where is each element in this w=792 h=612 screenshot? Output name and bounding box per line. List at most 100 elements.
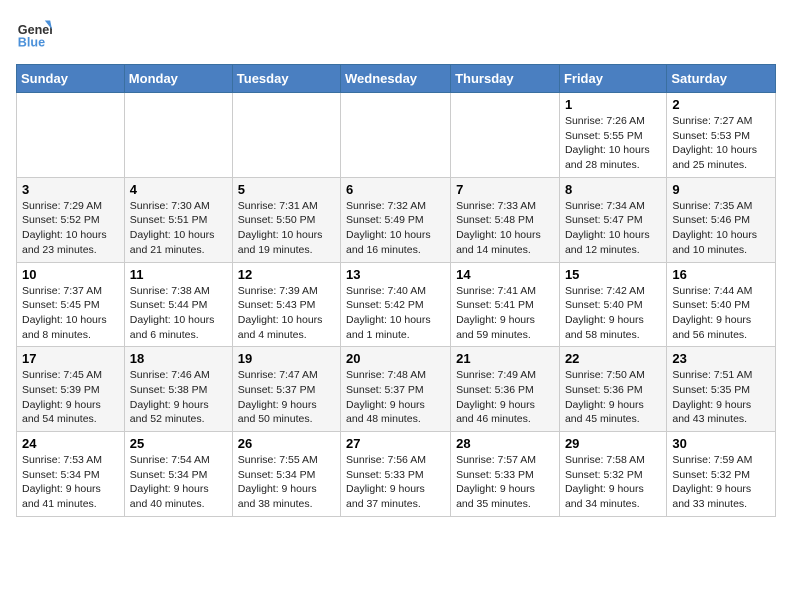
- day-info: Sunrise: 7:51 AM Sunset: 5:35 PM Dayligh…: [672, 368, 770, 427]
- day-number: 15: [565, 267, 661, 282]
- day-number: 8: [565, 182, 661, 197]
- day-info: Sunrise: 7:39 AM Sunset: 5:43 PM Dayligh…: [238, 284, 335, 343]
- day-info: Sunrise: 7:29 AM Sunset: 5:52 PM Dayligh…: [22, 199, 119, 258]
- day-info: Sunrise: 7:42 AM Sunset: 5:40 PM Dayligh…: [565, 284, 661, 343]
- day-number: 12: [238, 267, 335, 282]
- day-cell: 30 Sunrise: 7:59 AM Sunset: 5:32 PM Dayli…: [667, 432, 776, 517]
- day-number: 22: [565, 351, 661, 366]
- day-cell: 1Sunrise: 7:26 AM Sunset: 5:55 PM Daylig…: [559, 93, 666, 178]
- header-thursday: Thursday: [451, 65, 560, 93]
- week-row-0: 1Sunrise: 7:26 AM Sunset: 5:55 PM Daylig…: [17, 93, 776, 178]
- day-cell: 4Sunrise: 7:30 AM Sunset: 5:51 PM Daylig…: [124, 177, 232, 262]
- day-info: Sunrise: 7:37 AM Sunset: 5:45 PM Dayligh…: [22, 284, 119, 343]
- day-info: Sunrise: 7:55 AM Sunset: 5:34 PM Dayligh…: [238, 453, 335, 512]
- header-saturday: Saturday: [667, 65, 776, 93]
- day-cell: 16 Sunrise: 7:44 AM Sunset: 5:40 PM Dayli…: [667, 262, 776, 347]
- header-sunday: Sunday: [17, 65, 125, 93]
- day-number: 17: [22, 351, 119, 366]
- svg-text:Blue: Blue: [18, 36, 45, 50]
- day-info: Sunrise: 7:44 AM Sunset: 5:40 PM Dayligh…: [672, 284, 770, 343]
- day-number: 26: [238, 436, 335, 451]
- day-number: 28: [456, 436, 554, 451]
- day-cell: 10 Sunrise: 7:37 AM Sunset: 5:45 PM Dayli…: [17, 262, 125, 347]
- day-cell: 13 Sunrise: 7:40 AM Sunset: 5:42 PM Dayli…: [341, 262, 451, 347]
- day-info: Sunrise: 7:56 AM Sunset: 5:33 PM Dayligh…: [346, 453, 445, 512]
- day-cell: [451, 93, 560, 178]
- day-number: 23: [672, 351, 770, 366]
- day-info: Sunrise: 7:31 AM Sunset: 5:50 PM Dayligh…: [238, 199, 335, 258]
- day-cell: 2 Sunrise: 7:27 AM Sunset: 5:53 PM Daylig…: [667, 93, 776, 178]
- week-row-4: 24 Sunrise: 7:53 AM Sunset: 5:34 PM Dayli…: [17, 432, 776, 517]
- day-info: Sunrise: 7:45 AM Sunset: 5:39 PM Dayligh…: [22, 368, 119, 427]
- day-cell: 18Sunrise: 7:46 AM Sunset: 5:38 PM Dayli…: [124, 347, 232, 432]
- header-wednesday: Wednesday: [341, 65, 451, 93]
- day-info: Sunrise: 7:47 AM Sunset: 5:37 PM Dayligh…: [238, 368, 335, 427]
- day-cell: 5 Sunrise: 7:31 AM Sunset: 5:50 PM Daylig…: [232, 177, 340, 262]
- day-info: Sunrise: 7:27 AM Sunset: 5:53 PM Dayligh…: [672, 114, 770, 173]
- day-number: 16: [672, 267, 770, 282]
- day-cell: 26 Sunrise: 7:55 AM Sunset: 5:34 PM Dayli…: [232, 432, 340, 517]
- day-cell: 27 Sunrise: 7:56 AM Sunset: 5:33 PM Dayli…: [341, 432, 451, 517]
- header: General Blue: [16, 16, 776, 52]
- calendar-header-row: SundayMondayTuesdayWednesdayThursdayFrid…: [17, 65, 776, 93]
- day-number: 13: [346, 267, 445, 282]
- day-cell: 28 Sunrise: 7:57 AM Sunset: 5:33 PM Dayli…: [451, 432, 560, 517]
- day-info: Sunrise: 7:49 AM Sunset: 5:36 PM Dayligh…: [456, 368, 554, 427]
- day-cell: 6Sunrise: 7:32 AM Sunset: 5:49 PM Daylig…: [341, 177, 451, 262]
- logo-icon: General Blue: [16, 16, 52, 52]
- day-cell: 8 Sunrise: 7:34 AM Sunset: 5:47 PM Daylig…: [559, 177, 666, 262]
- day-info: Sunrise: 7:59 AM Sunset: 5:32 PM Dayligh…: [672, 453, 770, 512]
- week-row-2: 10 Sunrise: 7:37 AM Sunset: 5:45 PM Dayli…: [17, 262, 776, 347]
- day-info: Sunrise: 7:54 AM Sunset: 5:34 PM Dayligh…: [130, 453, 227, 512]
- day-number: 27: [346, 436, 445, 451]
- day-info: Sunrise: 7:50 AM Sunset: 5:36 PM Dayligh…: [565, 368, 661, 427]
- day-info: Sunrise: 7:40 AM Sunset: 5:42 PM Dayligh…: [346, 284, 445, 343]
- day-number: 3: [22, 182, 119, 197]
- day-cell: 19 Sunrise: 7:47 AM Sunset: 5:37 PM Dayli…: [232, 347, 340, 432]
- day-info: Sunrise: 7:46 AM Sunset: 5:38 PM Dayligh…: [130, 368, 227, 427]
- day-number: 1: [565, 97, 661, 112]
- day-cell: 17 Sunrise: 7:45 AM Sunset: 5:39 PM Dayli…: [17, 347, 125, 432]
- day-info: Sunrise: 7:34 AM Sunset: 5:47 PM Dayligh…: [565, 199, 661, 258]
- day-cell: 29 Sunrise: 7:58 AM Sunset: 5:32 PM Dayli…: [559, 432, 666, 517]
- day-cell: 21 Sunrise: 7:49 AM Sunset: 5:36 PM Dayli…: [451, 347, 560, 432]
- day-number: 19: [238, 351, 335, 366]
- day-cell: 24 Sunrise: 7:53 AM Sunset: 5:34 PM Dayli…: [17, 432, 125, 517]
- day-number: 2: [672, 97, 770, 112]
- day-number: 14: [456, 267, 554, 282]
- day-number: 11: [130, 267, 227, 282]
- day-info: Sunrise: 7:30 AM Sunset: 5:51 PM Dayligh…: [130, 199, 227, 258]
- day-cell: 25 Sunrise: 7:54 AM Sunset: 5:34 PM Dayli…: [124, 432, 232, 517]
- day-cell: 15 Sunrise: 7:42 AM Sunset: 5:40 PM Dayli…: [559, 262, 666, 347]
- day-cell: 23 Sunrise: 7:51 AM Sunset: 5:35 PM Dayli…: [667, 347, 776, 432]
- day-cell: 20 Sunrise: 7:48 AM Sunset: 5:37 PM Dayli…: [341, 347, 451, 432]
- day-info: Sunrise: 7:53 AM Sunset: 5:34 PM Dayligh…: [22, 453, 119, 512]
- day-number: 7: [456, 182, 554, 197]
- day-cell: 12 Sunrise: 7:39 AM Sunset: 5:43 PM Dayli…: [232, 262, 340, 347]
- day-cell: [17, 93, 125, 178]
- logo: General Blue: [16, 16, 56, 52]
- day-number: 30: [672, 436, 770, 451]
- day-info: Sunrise: 7:41 AM Sunset: 5:41 PM Dayligh…: [456, 284, 554, 343]
- day-info: Sunrise: 7:38 AM Sunset: 5:44 PM Dayligh…: [130, 284, 227, 343]
- day-cell: 11 Sunrise: 7:38 AM Sunset: 5:44 PM Dayli…: [124, 262, 232, 347]
- day-number: 21: [456, 351, 554, 366]
- day-info: Sunrise: 7:58 AM Sunset: 5:32 PM Dayligh…: [565, 453, 661, 512]
- day-info: Sunrise: 7:32 AM Sunset: 5:49 PM Dayligh…: [346, 199, 445, 258]
- day-number: 24: [22, 436, 119, 451]
- day-info: Sunrise: 7:57 AM Sunset: 5:33 PM Dayligh…: [456, 453, 554, 512]
- day-info: Sunrise: 7:35 AM Sunset: 5:46 PM Dayligh…: [672, 199, 770, 258]
- day-number: 20: [346, 351, 445, 366]
- day-cell: 22 Sunrise: 7:50 AM Sunset: 5:36 PM Dayli…: [559, 347, 666, 432]
- header-friday: Friday: [559, 65, 666, 93]
- day-number: 5: [238, 182, 335, 197]
- day-cell: [232, 93, 340, 178]
- day-number: 25: [130, 436, 227, 451]
- day-info: Sunrise: 7:33 AM Sunset: 5:48 PM Dayligh…: [456, 199, 554, 258]
- day-info: Sunrise: 7:48 AM Sunset: 5:37 PM Dayligh…: [346, 368, 445, 427]
- calendar-table: SundayMondayTuesdayWednesdayThursdayFrid…: [16, 64, 776, 517]
- week-row-3: 17 Sunrise: 7:45 AM Sunset: 5:39 PM Dayli…: [17, 347, 776, 432]
- day-number: 10: [22, 267, 119, 282]
- day-number: 29: [565, 436, 661, 451]
- day-cell: 3 Sunrise: 7:29 AM Sunset: 5:52 PM Daylig…: [17, 177, 125, 262]
